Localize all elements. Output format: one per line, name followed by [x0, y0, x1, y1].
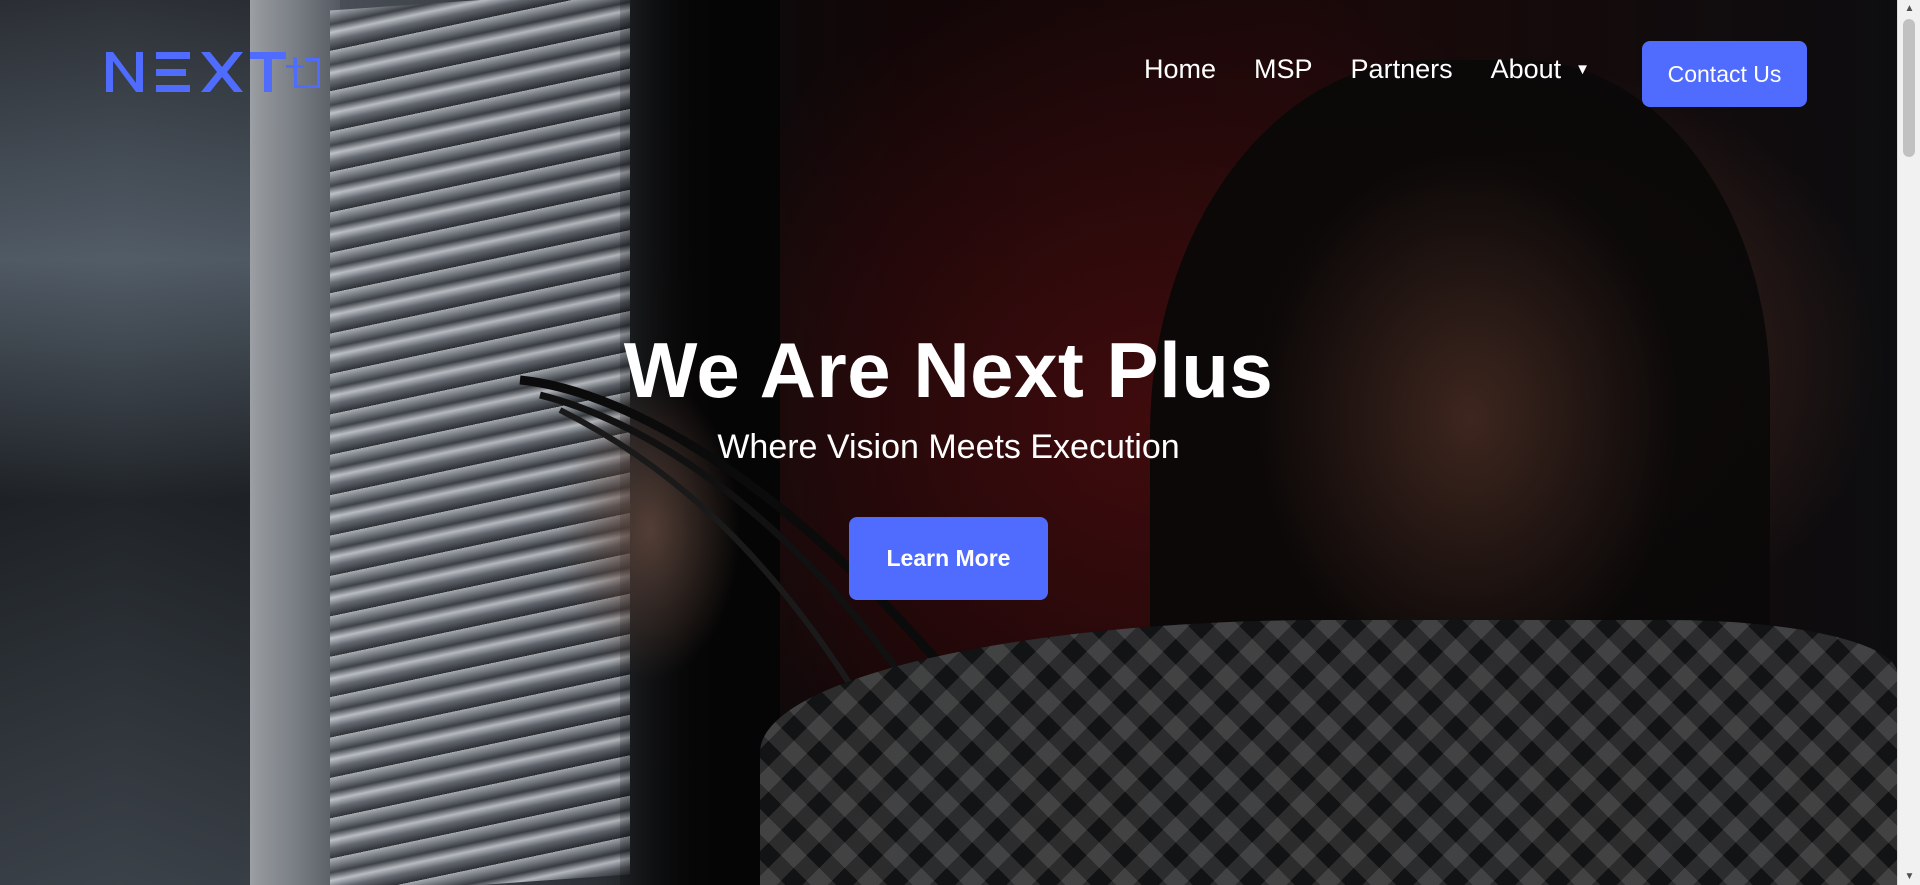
nav-about-label: About [1490, 54, 1562, 84]
logo-mark [106, 52, 320, 92]
learn-more-button[interactable]: Learn More [849, 517, 1048, 600]
nav-about-dropdown[interactable]: About ▼ [1491, 54, 1590, 85]
nav-home[interactable]: Home [1144, 54, 1216, 85]
nav-msp[interactable]: MSP [1254, 54, 1313, 85]
technician-plaid-shirt [760, 620, 1897, 885]
scrollbar-thumb[interactable] [1903, 19, 1915, 157]
scroll-down-arrow-icon[interactable]: ▼ [1898, 868, 1920, 885]
main-nav: Home MSP Partners About ▼ [1144, 54, 1628, 85]
caret-down-icon: ▼ [1575, 61, 1591, 78]
hero-title: We Are Next Plus [623, 326, 1274, 414]
scroll-up-arrow-icon[interactable]: ▲ [1898, 0, 1920, 17]
page-scrollbar[interactable]: ▲ ▼ [1897, 0, 1920, 885]
hero-subtitle: Where Vision Meets Execution [717, 428, 1180, 466]
next-plus-logo[interactable] [106, 52, 320, 94]
nav-partners[interactable]: Partners [1351, 54, 1453, 85]
contact-us-button[interactable]: Contact Us [1642, 41, 1807, 107]
